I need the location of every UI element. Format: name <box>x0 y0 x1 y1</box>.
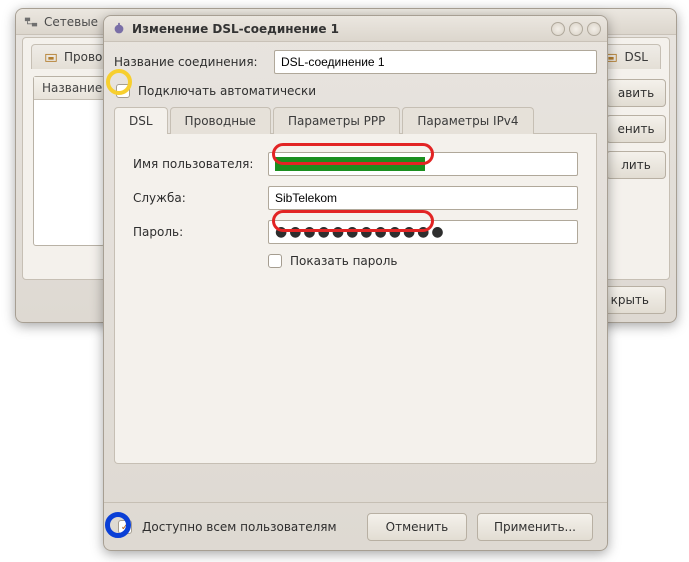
service-label: Служба: <box>133 191 258 205</box>
connection-name-input[interactable] <box>274 50 597 74</box>
username-redacted <box>275 157 425 171</box>
all-users-label: Доступно всем пользователям <box>142 520 337 534</box>
tab-wired[interactable]: Проводные <box>170 107 271 134</box>
connection-name-label: Название соединения: <box>114 55 264 69</box>
window-close-button[interactable] <box>587 22 601 36</box>
preferences-icon <box>112 22 126 36</box>
edit-button[interactable]: енить <box>606 115 666 143</box>
tab-ppp[interactable]: Параметры PPP <box>273 107 400 134</box>
username-label: Имя пользователя: <box>133 157 258 171</box>
auto-connect-label: Подключать автоматически <box>138 84 316 98</box>
ethernet-icon <box>44 50 58 64</box>
apply-button[interactable]: Применить... <box>477 513 593 541</box>
show-password-label: Показать пароль <box>290 254 397 268</box>
network-icon <box>24 15 38 29</box>
window-maximize-button[interactable] <box>569 22 583 36</box>
dialog-tabs: DSL Проводные Параметры PPP Параметры IP… <box>114 106 597 134</box>
username-input[interactable] <box>268 152 578 176</box>
dialog-footer: ✓ Доступно всем пользователям Отменить П… <box>104 502 607 551</box>
tab-ipv4[interactable]: Параметры IPv4 <box>402 107 533 134</box>
list-header-name: Название <box>34 77 104 100</box>
window-minimize-button[interactable] <box>551 22 565 36</box>
dialog-titlebar: Изменение DSL-соединение 1 <box>104 16 607 42</box>
all-users-checkbox[interactable]: ✓ <box>118 520 132 534</box>
cancel-button[interactable]: Отменить <box>367 513 467 541</box>
delete-button[interactable]: лить <box>606 151 666 179</box>
edit-dsl-dialog: Изменение DSL-соединение 1 Название соед… <box>103 15 608 551</box>
dsl-tab-pane: Имя пользователя: Служба: Пароль: ●●●●●●… <box>114 134 597 464</box>
password-label: Пароль: <box>133 225 258 239</box>
password-input[interactable]: ●●●●●●●●●●●● <box>268 220 578 244</box>
service-input[interactable] <box>268 186 578 210</box>
tab-dsl[interactable]: DSL <box>114 107 168 134</box>
connections-list[interactable]: Название <box>33 76 105 246</box>
auto-connect-checkbox[interactable] <box>116 84 130 98</box>
add-button[interactable]: авить <box>606 79 666 107</box>
dialog-title: Изменение DSL-соединение 1 <box>132 22 551 36</box>
show-password-checkbox[interactable] <box>268 254 282 268</box>
